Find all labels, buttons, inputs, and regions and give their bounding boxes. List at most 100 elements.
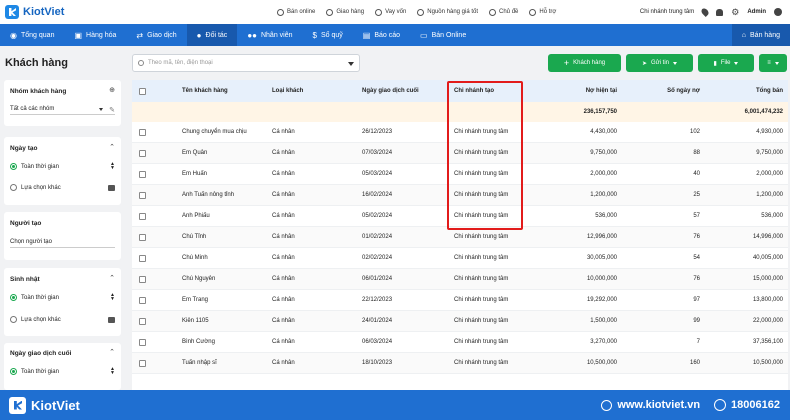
col-header-debt-days[interactable]: Số ngày nợ bbox=[632, 88, 700, 94]
top-link-vay-von[interactable]: Vay vốn bbox=[375, 8, 407, 16]
column-menu-button[interactable]: ≡ bbox=[759, 54, 787, 72]
top-link-ban-online[interactable]: Bán online bbox=[277, 8, 315, 16]
send-message-button[interactable]: ➤ Gửi tin bbox=[626, 54, 693, 72]
option-label: Toàn thời gian bbox=[21, 294, 59, 301]
filter-group-title: Nhóm khách hàng bbox=[10, 88, 67, 95]
logo[interactable]: KiotViet bbox=[5, 5, 64, 19]
notification-bell-icon[interactable] bbox=[716, 8, 724, 16]
chevron-up-icon[interactable]: ⌃ bbox=[109, 143, 115, 151]
nav-nhan-vien[interactable]: ●● Nhân viên bbox=[237, 24, 302, 46]
table-row[interactable]: Em Trang Cá nhân 22/12/2023 Chi nhánh trung… bbox=[132, 290, 788, 311]
cell-type: Cá nhân bbox=[272, 192, 295, 198]
sort-icon[interactable]: ▲ ▼ bbox=[110, 293, 115, 302]
cell-debt: 10,500,000 bbox=[586, 360, 617, 366]
footer-logo: KiotViet bbox=[9, 396, 80, 414]
branch-selector[interactable]: Chi nhánh trung tâm bbox=[640, 9, 694, 15]
bag-icon bbox=[417, 8, 425, 16]
creator-select[interactable]: Chọn người tạo bbox=[10, 239, 115, 248]
nav-ban-online[interactable]: ▭ Bán Online bbox=[410, 24, 476, 46]
row-checkbox[interactable] bbox=[139, 234, 146, 241]
location-pin-icon[interactable] bbox=[700, 7, 711, 17]
row-checkbox[interactable] bbox=[139, 255, 146, 262]
cell-debt: 1,500,000 bbox=[590, 318, 617, 324]
top-right: Chi nhánh trung tâm ⚙ Admin bbox=[632, 0, 782, 24]
phone-icon bbox=[714, 399, 727, 411]
col-header-name[interactable]: Tên khách hàng bbox=[182, 88, 228, 94]
sort-icon[interactable]: ▲ ▼ bbox=[110, 162, 115, 171]
palette-icon bbox=[489, 8, 497, 16]
truck-icon bbox=[326, 8, 334, 16]
user-avatar-icon[interactable] bbox=[774, 8, 782, 16]
nav-bao-cao[interactable]: ▤ Báo cáo bbox=[353, 24, 410, 46]
file-button[interactable]: ▮ File bbox=[698, 54, 754, 72]
created-all-time-option[interactable]: Toàn thời gian ▲ ▼ bbox=[10, 162, 115, 171]
chevron-up-icon[interactable]: ⌃ bbox=[109, 274, 115, 282]
add-group-icon[interactable]: ⊕ bbox=[109, 86, 115, 94]
cell-type: Cá nhân bbox=[272, 360, 295, 366]
top-link-label: Vay vốn bbox=[385, 9, 407, 15]
table-row[interactable]: Bình Cường Cá nhân 06/03/2024 Chi nhánh tru… bbox=[132, 332, 788, 353]
customer-group-select[interactable]: Tất cả các nhóm ✎ bbox=[10, 106, 115, 115]
col-header-type[interactable]: Loại khách bbox=[272, 88, 303, 94]
table-row[interactable]: Kiên 1105 Cá nhân 24/01/2024 Chi nhánh trun… bbox=[132, 311, 788, 332]
cell-debt-days: 40 bbox=[693, 171, 700, 177]
table-row[interactable]: Tuấn nhập sĩ Cá nhân 18/10/2023 Chi nhánh t… bbox=[132, 353, 788, 374]
col-header-last-tx[interactable]: Ngày giao dịch cuối bbox=[362, 88, 419, 94]
table-row[interactable]: Chú Tỉnh Cá nhân 01/02/2024 Chi nhánh trung… bbox=[132, 227, 788, 248]
calendar-icon[interactable] bbox=[108, 185, 115, 191]
nav-tong-quan[interactable]: ◉ Tổng quan bbox=[0, 24, 64, 46]
cell-debt: 12,996,000 bbox=[586, 234, 617, 240]
row-checkbox[interactable] bbox=[139, 213, 146, 220]
top-link-ho-tro[interactable]: Hỗ trợ bbox=[529, 8, 556, 16]
cell-debt-days: 160 bbox=[689, 360, 700, 366]
search-input[interactable]: Theo mã, tên, điện thoại bbox=[132, 54, 360, 72]
cell-branch: Chi nhánh trung tâm bbox=[454, 318, 509, 324]
gear-icon[interactable]: ⚙ bbox=[731, 7, 739, 18]
add-customer-button[interactable]: + Khách hàng bbox=[548, 54, 621, 72]
select-all-checkbox[interactable] bbox=[139, 88, 146, 95]
nav-so-quy[interactable]: $ Sổ quỹ bbox=[303, 24, 353, 46]
cell-last-tx: 05/03/2024 bbox=[362, 171, 393, 177]
box-icon: ▣ bbox=[74, 30, 83, 40]
user-menu[interactable]: Admin bbox=[747, 9, 766, 15]
top-link-chu-de[interactable]: Chủ đề bbox=[489, 8, 518, 16]
cell-branch: Chi nhánh trung tâm bbox=[454, 339, 509, 345]
row-checkbox[interactable] bbox=[139, 129, 146, 136]
footer-brand: KiotViet bbox=[31, 397, 80, 413]
table-row[interactable]: Chú Minh Cá nhân 02/02/2024 Chi nhánh trung… bbox=[132, 248, 788, 269]
edit-icon[interactable]: ✎ bbox=[109, 106, 115, 114]
summary-total: 6,001,474,232 bbox=[744, 109, 783, 115]
sort-icon[interactable]: ▲ ▼ bbox=[110, 367, 115, 376]
row-checkbox[interactable] bbox=[139, 339, 146, 346]
chevron-up-icon[interactable]: ⌃ bbox=[109, 348, 115, 356]
row-checkbox[interactable] bbox=[139, 150, 146, 157]
cell-name: Bình Cường bbox=[182, 339, 215, 345]
top-link-giao-hang[interactable]: Giao hàng bbox=[326, 8, 364, 16]
calendar-icon[interactable] bbox=[108, 317, 115, 323]
col-header-debt[interactable]: Nợ hiện tại bbox=[552, 88, 617, 94]
nav-hang-hoa[interactable]: ▣ Hàng hóa bbox=[64, 24, 126, 46]
cell-debt: 2,000,000 bbox=[590, 171, 617, 177]
row-checkbox[interactable] bbox=[139, 276, 146, 283]
chevron-down-icon bbox=[673, 61, 678, 65]
row-checkbox[interactable] bbox=[139, 318, 146, 325]
nav-giao-dich[interactable]: ⇄ Giao dịch bbox=[126, 24, 186, 46]
table-row[interactable]: Chú Nguyên Cá nhân 06/01/2024 Chi nhánh tru… bbox=[132, 269, 788, 290]
birthday-all-time-option[interactable]: Toàn thời gian ▲ ▼ bbox=[10, 293, 115, 302]
row-checkbox[interactable] bbox=[139, 360, 146, 367]
nav-doi-tac[interactable]: ● Đối tác bbox=[186, 24, 238, 46]
eye-icon: ◉ bbox=[10, 30, 17, 40]
created-custom-option[interactable]: Lựa chọn khác bbox=[10, 184, 115, 191]
sell-button[interactable]: ⌂ Bán hàng bbox=[731, 24, 790, 46]
last-tx-all-time-option[interactable]: Toàn thời gian ▲ ▼ bbox=[10, 367, 115, 376]
row-checkbox[interactable] bbox=[139, 297, 146, 304]
cell-debt-days: 7 bbox=[696, 339, 700, 345]
row-checkbox[interactable] bbox=[139, 192, 146, 199]
col-header-total[interactable]: Tổng bán bbox=[712, 88, 783, 94]
chevron-down-icon[interactable] bbox=[348, 62, 354, 66]
cell-type: Cá nhân bbox=[272, 276, 295, 282]
top-link-nguon-hang[interactable]: Nguồn hàng giá tốt bbox=[417, 8, 478, 16]
birthday-custom-option[interactable]: Lựa chọn khác bbox=[10, 316, 115, 323]
row-checkbox[interactable] bbox=[139, 171, 146, 178]
cell-total: 10,500,000 bbox=[752, 360, 783, 366]
